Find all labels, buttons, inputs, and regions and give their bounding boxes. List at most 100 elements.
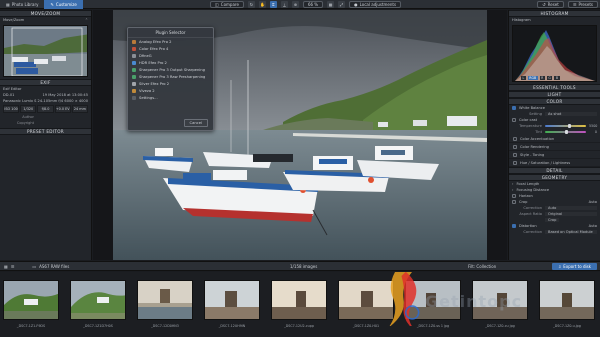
temperature-knob[interactable] [567,124,571,128]
hsl-checkbox[interactable] [513,160,517,165]
filmstrip-thumb[interactable] [3,280,59,320]
temperature-slider[interactable] [545,124,586,128]
channel-b[interactable]: B [554,76,560,80]
plugin-item-viveza[interactable]: Viveza 2 [128,87,213,94]
plugin-selector-dialog: Plugin Selector Analog Efex Pro 2 Color … [127,27,214,131]
aspect-ratio-select[interactable]: Original [545,212,597,216]
plugin-item-dfine[interactable]: DfineG [128,52,213,59]
crop-checkbox[interactable] [512,200,516,204]
style-toning-row[interactable]: Style - Toning [509,151,600,159]
grid-icon[interactable]: ▦ [327,1,335,8]
export-icon: ⇩ [557,264,562,269]
filmstrip-thumb[interactable] [539,280,595,320]
export-to-disk-button[interactable]: ⇩ Export to disk [551,263,597,270]
light-section-title[interactable]: LIGHT [509,91,600,98]
plugin-item-hdr-efex[interactable]: HDR Efex Pro 2 [128,59,213,66]
color-section-title[interactable]: COLOR [509,98,600,105]
plugin-item-sharpener-raw[interactable]: Sharpener Pro 3 Raw Presharpening [128,73,213,80]
filter-label[interactable]: Filt: Collection [468,264,496,269]
compare-icon: ◫ [215,2,219,7]
presets-icon: ☰ [572,2,577,7]
zoom-level[interactable]: 66 % [302,1,324,8]
reset-button[interactable]: ↺ Reset [537,1,564,8]
exif-focal: 24 mm [71,105,88,113]
fullscreen-icon[interactable]: ⤢ [338,1,346,8]
preset-editor-title[interactable]: PRESET EDITOR [0,128,91,135]
tint-knob[interactable] [564,130,568,134]
tab-photo-library[interactable]: ▦ Photo Library [0,0,44,9]
zoom-icon[interactable]: ⊕ [291,1,299,8]
filmstrip-thumb[interactable] [137,280,193,320]
plugin-item-color-efex[interactable]: Color Efex Pro 4 [128,45,213,52]
grid-view-icon[interactable]: ▦ [4,264,8,269]
channel-rgb[interactable]: RGB [527,76,538,80]
top-right-actions: ↺ Reset ☰ Presets [537,1,598,8]
horizon-checkbox[interactable] [512,194,516,198]
hand-tool-icon[interactable]: ✋ [258,1,266,8]
style-toning-checkbox[interactable] [513,152,517,157]
presets-button[interactable]: ☰ Presets [567,1,598,8]
crop-tool-icon[interactable]: ⌗ [269,1,277,8]
thumb-caption: _DSC7-1Z0-u.jpg [553,324,581,328]
thumb-caption: _DSC7-1Z1D7H0S [83,324,113,328]
distortion-checkbox[interactable] [512,224,516,228]
white-balance-checkbox[interactable] [512,106,516,110]
channel-g[interactable]: G [546,76,553,80]
image-viewer[interactable]: Plugin Selector Analog Efex Pro 2 Color … [93,10,507,260]
pin-icon[interactable]: ⌃ [85,18,88,22]
reset-icon: ↺ [542,2,546,7]
folder-name[interactable]: AS67 RAW files [39,264,69,269]
watermark-text: Getintopc [425,292,523,311]
navigator-thumbnail[interactable] [3,25,88,77]
channel-l[interactable]: L [521,76,526,80]
plugin-item-settings[interactable]: Settings... [128,94,213,101]
histogram-row[interactable]: Histogram [509,17,600,23]
distortion-select[interactable]: Based on Optical Module [545,230,597,234]
compare-button[interactable]: ◫ Compare [210,1,244,8]
exif-ev: +0.0 EV [54,105,71,113]
thumb-image [71,281,125,319]
color-rendering-row[interactable]: Color Rendering [509,143,600,151]
plugin-item-silver-efex[interactable]: Silver Efex Pro 2 [128,80,213,87]
histogram-section-title[interactable]: HISTOGRAM [509,10,600,17]
tab-customize[interactable]: ✎ Customize [44,0,83,9]
plugin-selector-title: Plugin Selector [128,28,213,38]
exif-aperture: f/8.0 [37,105,54,113]
color-accentuation-row[interactable]: Color Accentuation [509,135,600,143]
crop-tool-button[interactable]: Crop [545,218,560,222]
filmstrip-thumb[interactable] [271,280,327,320]
exif-section-title[interactable]: EXIF [0,79,91,86]
cancel-button[interactable]: Cancel [183,119,208,127]
plugin-item-sharpener-output[interactable]: Sharpener Pro 3 Output Sharpening [128,66,213,73]
wb-setting-select[interactable]: As shot [545,112,597,116]
color-rendering-checkbox[interactable] [513,144,517,149]
thumb-caption: _DSC7-1Z0-cu jpg [485,324,515,328]
detail-section-title[interactable]: DETAIL [509,167,600,174]
navigation-section-title[interactable]: MOVE/ZOOM [0,10,91,17]
straighten-tool-icon[interactable]: ⟂ [280,1,288,8]
rotate-icon[interactable]: ↻ [247,1,255,8]
essential-tools-title[interactable]: ESSENTIAL TOOLS [509,84,600,91]
distortion-setting-row[interactable]: Correction Based on Optical Module [509,229,600,235]
thumb-image [272,281,326,319]
color-accentuation-checkbox[interactable] [513,136,517,141]
color-cast-checkbox[interactable] [512,118,516,122]
channel-r[interactable]: R [539,76,545,80]
tint-slider[interactable] [545,130,586,134]
filmstrip-thumb[interactable] [70,280,126,320]
filmstrip-thumb[interactable] [338,280,394,320]
copyright-row[interactable]: Copyright [0,120,91,126]
plugin-item-analog-efex[interactable]: Analog Efex Pro 2 [128,38,213,45]
move-zoom-row[interactable]: Move/Zoom ⌃ [0,17,91,23]
thumb-image [4,281,58,319]
list-view-icon[interactable]: ☰ [11,264,15,269]
filmstrip-thumb[interactable] [204,280,260,320]
thumb-caption: _DSC7-12D0HN3 [151,324,179,328]
customize-icon: ✎ [50,1,54,7]
geometry-section-title[interactable]: GEOMETRY [509,174,600,181]
filmstrip: _DSC7-1Z1-F9DS _DSC7-1Z1D7H0S _DSC7-12D0… [0,272,600,337]
local-adjustments-button[interactable]: ● Local adjustments [349,1,402,8]
top-bar: ▦ Photo Library ✎ Customize ◫ Compare ↻ … [0,0,600,9]
correction-select[interactable]: Auto [545,206,597,210]
hsl-row[interactable]: Hue / Saturation / Lightness [509,159,600,167]
